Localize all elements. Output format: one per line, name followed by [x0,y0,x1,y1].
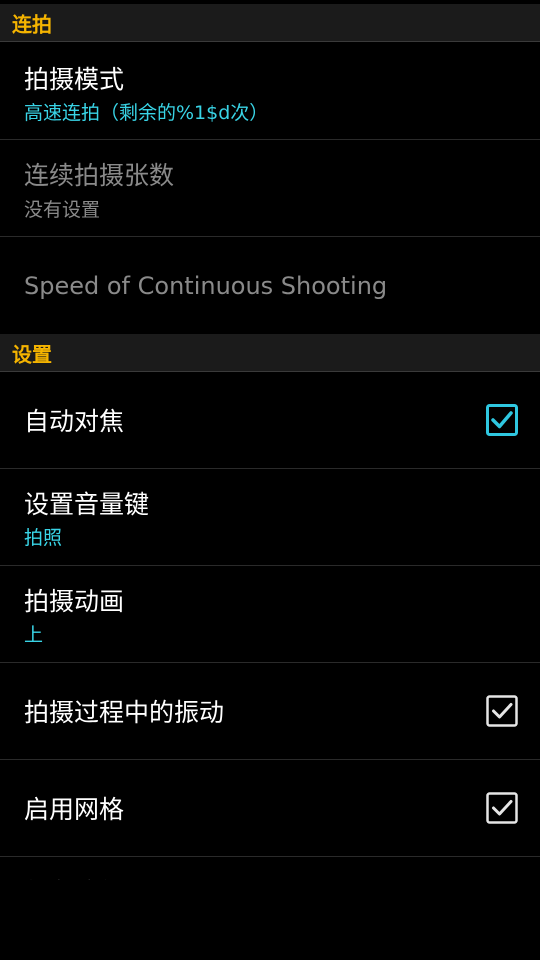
pref-vibration-title: 拍摄过程中的振动 [24,698,225,727]
pref-autofocus-title: 自动对焦 [24,407,125,436]
pref-grid[interactable]: 启用网格 [0,760,540,857]
pref-burst-count-summary: 没有设置 [24,199,101,221]
section-header-burst: 连拍 [0,4,540,42]
pref-shooting-mode-title: 拍摄模式 [24,65,125,94]
pref-burst-speed-title: Speed of Continuous Shooting [24,271,388,300]
pref-shot-animation-summary: 上 [24,624,44,646]
pref-shot-animation[interactable]: 拍摄动画 上 [0,566,540,663]
pref-burst-count-title: 连续拍摄张数 [24,161,175,190]
pref-shot-animation-title: 拍摄动画 [24,587,125,616]
section-header-settings: 设置 [0,334,540,372]
section-header-burst-label: 连拍 [12,12,52,36]
pref-volume-key[interactable]: 设置音量键 拍照 [0,469,540,566]
pref-burst-speed: Speed of Continuous Shooting [0,237,540,334]
grid-checkbox[interactable] [486,792,518,824]
pref-shooting-mode-summary: 高速连拍（剩余的%1$d次） [24,102,269,124]
pref-vibration[interactable]: 拍摄过程中的振动 [0,663,540,760]
list-bottom-edge [0,880,540,960]
pref-volume-key-summary: 拍照 [24,527,63,549]
autofocus-checkbox[interactable] [486,404,518,436]
section-header-settings-label: 设置 [12,342,52,366]
vibration-checkbox[interactable] [486,695,518,727]
pref-volume-key-title: 设置音量键 [24,490,150,519]
pref-shooting-mode[interactable]: 拍摄模式 高速连拍（剩余的%1$d次） [0,42,540,140]
pref-burst-count: 连续拍摄张数 没有设置 [0,140,540,237]
pref-grid-title: 启用网格 [24,795,125,824]
pref-autofocus[interactable]: 自动对焦 [0,372,540,469]
